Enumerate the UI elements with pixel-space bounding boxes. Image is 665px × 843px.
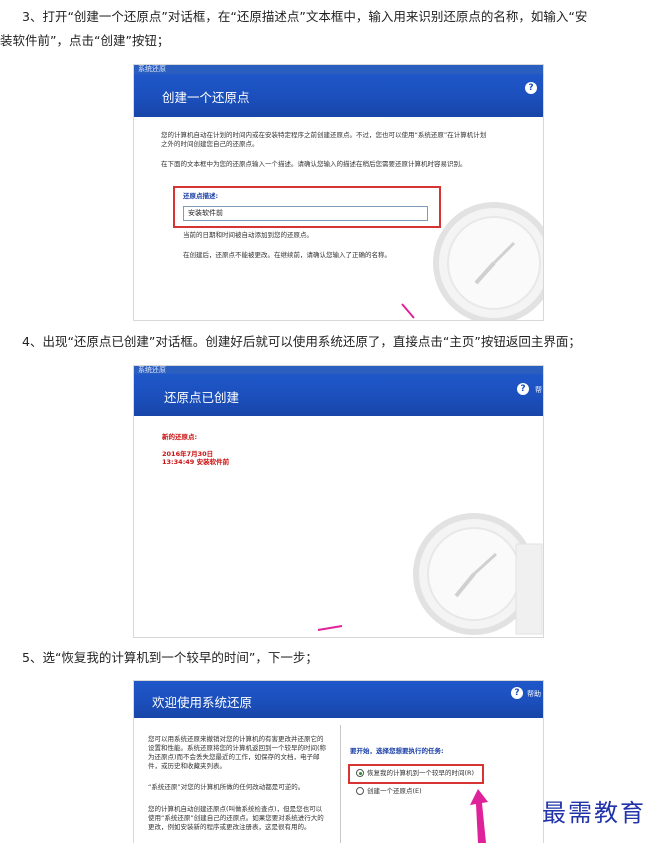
help-label[interactable]: 帮助 xyxy=(527,689,541,699)
help-icon[interactable]: ? xyxy=(525,82,537,94)
arrow-icon xyxy=(317,625,343,631)
radio-icon[interactable] xyxy=(356,787,364,795)
restore-point-created-dialog: 系统还原 还原点已创建 ? 帮 新的还原点: 2016年7月30日 13:34:… xyxy=(133,365,544,638)
clock-icon xyxy=(433,202,543,320)
option-create-point-label: 创建一个还原点(E) xyxy=(367,787,422,795)
step5-text: 5、选“恢复我的计算机到一个较早的时间”，下一步； xyxy=(22,650,318,665)
radio-icon[interactable] xyxy=(356,769,364,777)
option-restore-earlier[interactable]: 恢复我的计算机到一个较早的时间(R) xyxy=(356,769,474,778)
help-icon[interactable]: ? xyxy=(517,383,529,395)
dialog-banner: 欢迎使用系统还原 ? 帮助 xyxy=(134,681,543,718)
new-point-label: 新的还原点: xyxy=(162,433,198,441)
step3-text-line1: 3、打开“创建一个还原点”对话框，在“还原描述点”文本框中，输入用来识别还原点的… xyxy=(22,9,588,24)
option-create-point[interactable]: 创建一个还原点(E) xyxy=(356,787,422,796)
option-restore-earlier-label: 恢复我的计算机到一个较早的时间(R) xyxy=(367,769,475,777)
window-title-bar: 系统还原 xyxy=(134,366,543,374)
reversible-text: “系统还原”对您的计算机所做的任何改动都是可逆的。 xyxy=(148,783,305,791)
task-prompt: 要开始，选择您想要执行的任务: xyxy=(350,747,444,755)
window-title: 系统还原 xyxy=(138,65,166,73)
highlight-box: 还原点描述: 安装软件前 xyxy=(173,186,441,228)
clock-icon xyxy=(413,513,543,635)
auto-create-text: 您的计算机自动创建还原点(叫做系统检查点)，但是您也可以使用“系统还原”创建自己… xyxy=(148,805,324,831)
window-title-bar: 系统还原 xyxy=(134,65,543,74)
help-label[interactable]: 帮 xyxy=(535,385,542,395)
restore-time-desc: 13:34:49 安装软件前 xyxy=(162,458,230,466)
create-restore-point-dialog: 系统还原 创建一个还原点 ? 您的计算机自动在计划的时间内或在安装特定程序之前创… xyxy=(133,64,544,321)
dialog-heading: 创建一个还原点 xyxy=(162,90,250,105)
help-icon[interactable]: ? xyxy=(511,687,523,699)
dialog-heading: 还原点已创建 xyxy=(164,390,240,405)
note-no-change: 在创建后，还原点不能被更改。在继续前，请确认您输入了正确的名称。 xyxy=(183,251,391,259)
intro-text: 您可以用系统还原来撤销对您的计算机的有害更改并还原它的设置和性能。系统还原将您的… xyxy=(148,735,327,770)
watermark-text: 最需教育 xyxy=(542,799,646,827)
step4-text: 4、出现“还原点已创建”对话框。创建好后就可以使用系统还原了，直接点击“主页”按… xyxy=(22,334,581,349)
arrow-icon xyxy=(470,789,488,843)
welcome-system-restore-dialog: 欢迎使用系统还原 ? 帮助 您可以用系统还原来撤销对您的计算机的有害更改并还原它… xyxy=(133,680,544,843)
instruction-text: 在下面的文本框中为您的还原点输入一个描述。请确认您输入的描述在稍后您需要还原计算… xyxy=(161,160,467,168)
dialog-heading: 欢迎使用系统还原 xyxy=(152,695,253,710)
dialog-banner: 还原点已创建 ? 帮 xyxy=(134,374,543,416)
description-input[interactable]: 安装软件前 xyxy=(183,206,428,221)
intro-text: 您的计算机自动在计划的时间内或在安装特定程序之前创建还原点。不过，您也可以使用“… xyxy=(161,131,487,148)
arrow-icon xyxy=(401,303,415,319)
field-label: 还原点描述: xyxy=(183,192,219,200)
step3-text-line2: 装软件前”，点击“创建”按钮； xyxy=(0,33,170,48)
note-auto-date: 当前的日期和时间被自动添加到您的还原点。 xyxy=(183,231,313,239)
dialog-banner: 创建一个还原点 ? xyxy=(134,74,543,117)
divider xyxy=(340,725,341,843)
